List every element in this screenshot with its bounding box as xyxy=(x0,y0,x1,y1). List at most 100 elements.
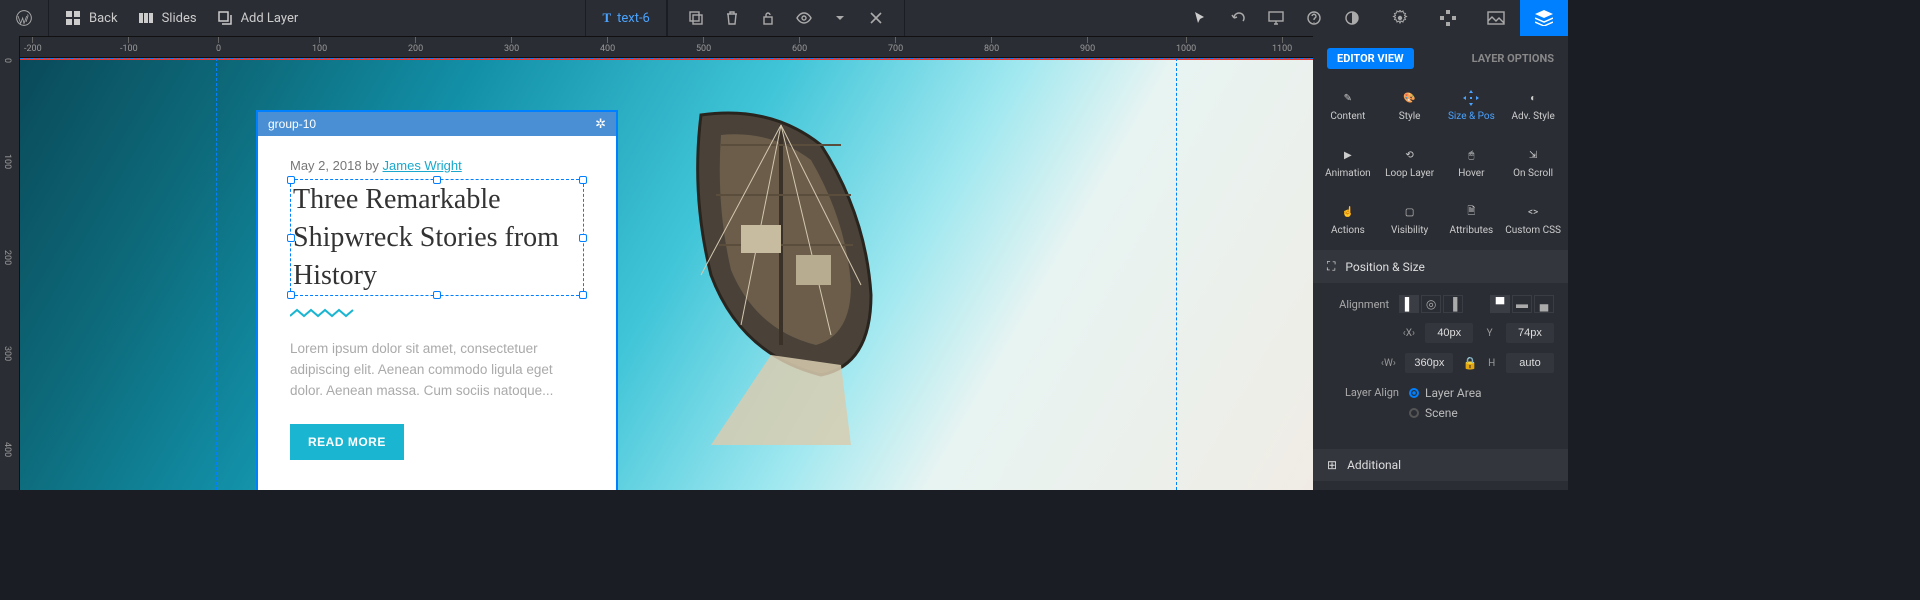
play-icon: ▶ xyxy=(1319,146,1377,164)
radio-layer-area[interactable]: Layer Area xyxy=(1409,383,1482,403)
tab-style[interactable]: 🎨Style xyxy=(1379,83,1441,128)
cursor-icon[interactable] xyxy=(1188,6,1212,30)
close-icon[interactable] xyxy=(864,6,888,30)
h-align-buttons: ▌ ◎ ▐ xyxy=(1399,295,1463,313)
h-input[interactable] xyxy=(1506,353,1554,373)
y-input[interactable] xyxy=(1506,323,1554,343)
alignment-label: Alignment xyxy=(1327,298,1389,311)
copy-icon[interactable] xyxy=(684,6,708,30)
radio-scene[interactable]: Scene xyxy=(1409,403,1482,423)
tab-visibility[interactable]: ▢Visibility xyxy=(1379,197,1441,242)
visibility-icon[interactable] xyxy=(792,6,816,30)
selected-layer-indicator[interactable]: T text-6 xyxy=(602,10,649,26)
meta-author-link[interactable]: James Wright xyxy=(383,158,462,173)
section-additional[interactable]: ⊞ Additional xyxy=(1313,449,1568,481)
tab-actions[interactable]: ☝Actions xyxy=(1317,197,1379,242)
radio-checked-icon xyxy=(1409,388,1419,398)
tab-hover[interactable]: 🖱Hover xyxy=(1441,140,1503,185)
meta-date: May 2, 2018 xyxy=(290,158,362,173)
resize-handle[interactable] xyxy=(287,291,295,299)
palette-icon: 🎨 xyxy=(1381,89,1439,107)
v-align-buttons: ▀ ▬ ▄ xyxy=(1490,295,1554,313)
post-meta: May 2, 2018 by James Wright xyxy=(290,158,584,173)
scroll-icon: ⇲ xyxy=(1504,146,1562,164)
resize-handle[interactable] xyxy=(579,176,587,184)
lock-icon[interactable] xyxy=(756,6,780,30)
layer-align-label: Layer Align xyxy=(1327,383,1399,399)
undo-icon[interactable] xyxy=(1226,6,1250,30)
w-label: ‹W› xyxy=(1381,358,1395,369)
navigation-panel-icon[interactable] xyxy=(1424,0,1472,36)
resize-handle[interactable] xyxy=(579,291,587,299)
mouse-icon: 🖱 xyxy=(1443,146,1501,164)
align-middle-icon[interactable]: ▬ xyxy=(1512,295,1532,313)
y-label: Y xyxy=(1483,328,1496,339)
tab-size-pos[interactable]: Size & Pos xyxy=(1441,83,1503,128)
back-button[interactable]: Back xyxy=(65,10,118,26)
x-input[interactable] xyxy=(1425,323,1473,343)
tab-animation[interactable]: ▶Animation xyxy=(1317,140,1379,185)
help-icon[interactable] xyxy=(1302,6,1326,30)
section-position-size[interactable]: ⛶ Position & Size xyxy=(1313,250,1568,283)
resize-handle[interactable] xyxy=(579,234,587,242)
origin-marker xyxy=(20,58,1313,60)
expand-icon: ⛶ xyxy=(1327,259,1335,274)
layers-panel-icon[interactable] xyxy=(1520,0,1568,36)
tab-content[interactable]: ✎Content xyxy=(1317,83,1379,128)
x-label: ‹X› xyxy=(1403,328,1416,339)
layer-options-panel: EDITOR VIEW LAYER OPTIONS ✎Content 🎨Styl… xyxy=(1313,36,1568,490)
chevron-down-icon[interactable] xyxy=(828,6,852,30)
tab-attributes[interactable]: 🗎Attributes xyxy=(1441,197,1503,242)
guide-left xyxy=(216,58,217,490)
preview-icon[interactable] xyxy=(1264,6,1288,30)
editor-canvas[interactable]: group-10 ✲ May 2, 2018 by James Wright T… xyxy=(20,58,1313,490)
tap-icon: ☝ xyxy=(1319,203,1377,221)
align-right-icon[interactable]: ▐ xyxy=(1443,295,1463,313)
tab-adv-style[interactable]: ◐Adv. Style xyxy=(1502,83,1564,128)
tab-on-scroll[interactable]: ⇲On Scroll xyxy=(1502,140,1564,185)
vertical-ruler: 0100200300400 xyxy=(0,36,20,490)
headline-text[interactable]: Three Remarkable Shipwreck Stories from … xyxy=(293,181,581,294)
guide-right xyxy=(1176,58,1177,490)
lock-aspect-icon[interactable]: 🔒 xyxy=(1463,356,1477,370)
w-input[interactable] xyxy=(1405,353,1453,373)
group-options-icon[interactable]: ✲ xyxy=(595,116,606,132)
group-card[interactable]: group-10 ✲ May 2, 2018 by James Wright T… xyxy=(256,110,618,490)
slides-icon xyxy=(138,10,154,26)
meta-by: by xyxy=(365,158,379,173)
group-header[interactable]: group-10 ✲ xyxy=(258,112,616,136)
resize-handle[interactable] xyxy=(287,234,295,242)
document-icon: 🗎 xyxy=(1443,203,1501,221)
resize-handle[interactable] xyxy=(433,176,441,184)
read-more-button[interactable]: READ MORE xyxy=(290,424,404,460)
slides-button[interactable]: Slides xyxy=(138,10,197,26)
add-layer-icon xyxy=(217,10,233,26)
property-tabs-row-3: ☝Actions ▢Visibility 🗎Attributes <>Custo… xyxy=(1313,189,1568,246)
resize-handle[interactable] xyxy=(433,291,441,299)
contrast-icon[interactable] xyxy=(1340,6,1364,30)
wordpress-icon[interactable] xyxy=(16,10,32,26)
text-icon: T xyxy=(602,10,611,26)
radio-unchecked-icon xyxy=(1409,408,1419,418)
resize-handle[interactable] xyxy=(287,176,295,184)
add-layer-button[interactable]: Add Layer xyxy=(217,10,299,26)
align-top-icon[interactable]: ▀ xyxy=(1490,295,1510,313)
devices-icon: ▢ xyxy=(1381,203,1439,221)
property-tabs-row-2: ▶Animation ⟲Loop Layer 🖱Hover ⇲On Scroll xyxy=(1313,132,1568,189)
tab-custom-css[interactable]: <>Custom CSS xyxy=(1502,197,1564,242)
media-panel-icon[interactable] xyxy=(1472,0,1520,36)
text-layer-selection[interactable]: Three Remarkable Shipwreck Stories from … xyxy=(290,179,584,296)
selected-layer-name: text-6 xyxy=(617,11,650,26)
grid-icon xyxy=(65,10,81,26)
loop-icon: ⟲ xyxy=(1381,146,1439,164)
tab-loop-layer[interactable]: ⟲Loop Layer xyxy=(1379,140,1441,185)
top-toolbar: Back Slides Add Layer T text-6 xyxy=(0,0,1568,36)
align-center-icon[interactable]: ◎ xyxy=(1421,295,1441,313)
align-left-icon[interactable]: ▌ xyxy=(1399,295,1419,313)
editor-view-badge[interactable]: EDITOR VIEW xyxy=(1327,48,1414,69)
delete-icon[interactable] xyxy=(720,6,744,30)
align-bottom-icon[interactable]: ▄ xyxy=(1534,295,1554,313)
boat-illustration xyxy=(641,75,921,455)
settings-panel-icon[interactable] xyxy=(1376,0,1424,36)
back-label: Back xyxy=(89,11,118,26)
